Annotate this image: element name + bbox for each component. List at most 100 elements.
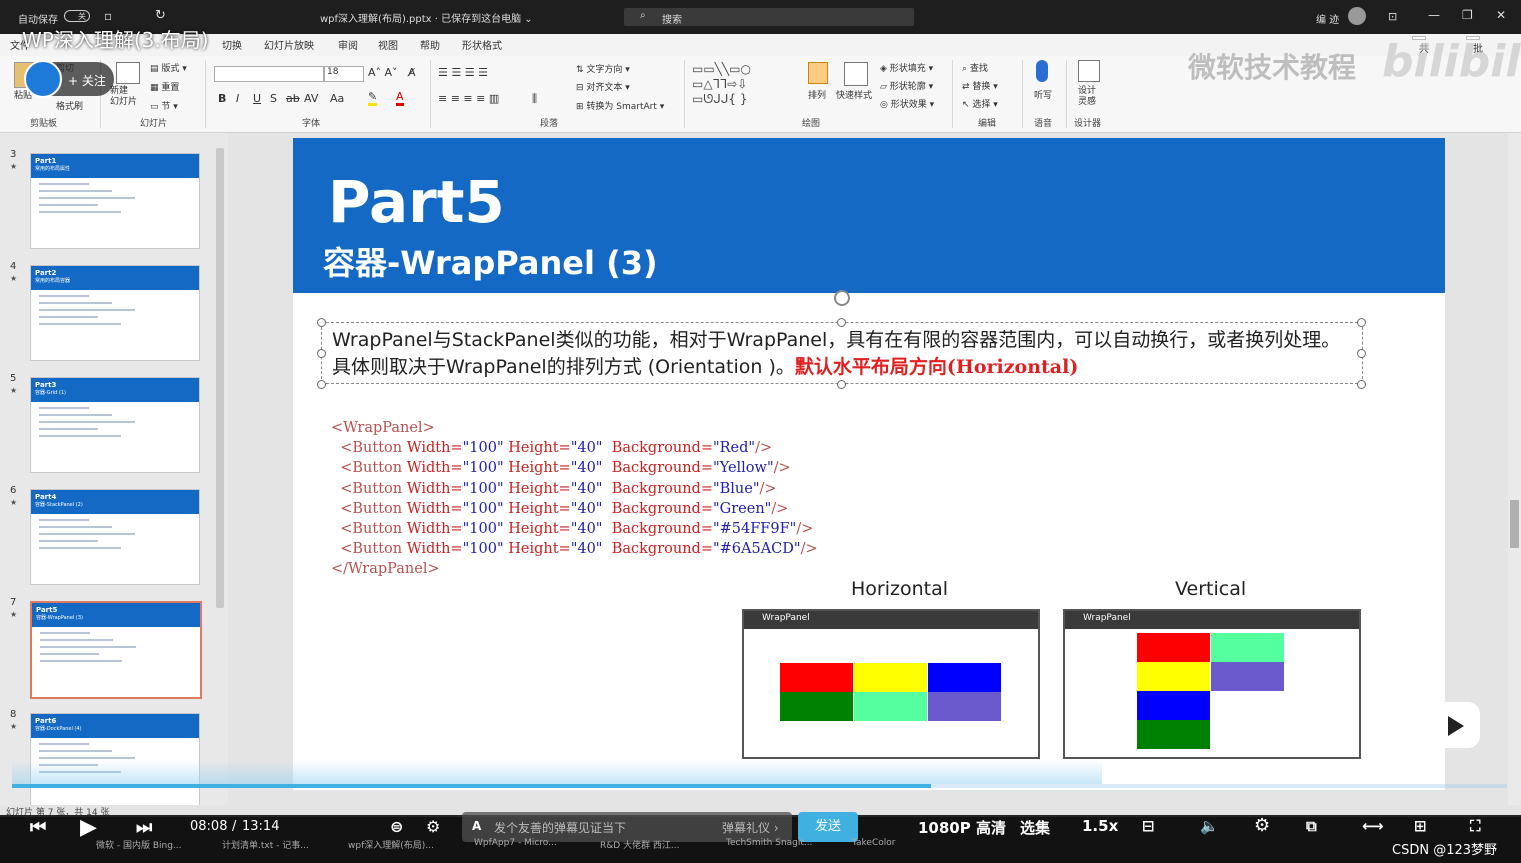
follow-button[interactable]: + 关注 <box>24 60 114 98</box>
tab-shape-format[interactable]: 形状格式 <box>462 37 502 52</box>
slide-paragraph[interactable]: WrapPanel与StackPanel类似的功能，相对于WrapPanel，具… <box>332 327 1357 381</box>
vertical-scrollbar-thumb[interactable] <box>1510 500 1519 548</box>
restore-icon[interactable]: ❐ <box>1462 8 1473 22</box>
volume-icon[interactable]: 🔈 <box>1200 817 1219 835</box>
resize-handle[interactable] <box>317 318 326 327</box>
shadow-icon[interactable]: S <box>270 92 277 105</box>
minimize-icon[interactable]: — <box>1428 8 1440 22</box>
find-button[interactable]: ⌕ 查找 <box>962 61 988 74</box>
new-slide-icon[interactable] <box>116 62 140 84</box>
danmaku-etiquette-link[interactable]: 弹幕礼仪 › <box>722 819 779 836</box>
prev-icon[interactable]: ⏮ <box>30 817 46 838</box>
section-button[interactable]: ▭ 节 ▾ <box>150 99 178 112</box>
resize-handle[interactable] <box>317 349 326 358</box>
shapes-gallery[interactable]: ▭▭╲╲▭○ ▭△ᒣᒣ⇨⇩ ▭ᘎᒍᒍ{ } <box>692 62 798 108</box>
progress-bar[interactable] <box>12 784 932 788</box>
tab-slideshow[interactable]: 幻灯片放映 <box>264 37 314 52</box>
quick-styles-icon[interactable] <box>844 62 868 86</box>
slide-thumbnail[interactable]: Part2 常用的布局容器 <box>30 265 200 361</box>
speed-button[interactable]: 1.5x <box>1082 817 1118 835</box>
danmaku-toggle-icon[interactable]: ⊜ <box>390 817 403 836</box>
align-text-button[interactable]: ⊟ 对齐文本 ▾ <box>576 80 630 93</box>
resize-handle[interactable] <box>837 318 846 327</box>
text-direction-button[interactable]: ⇅ 文字方向 ▾ <box>576 62 630 75</box>
autosave-toggle[interactable]: 关 <box>64 10 90 22</box>
play-icon[interactable]: ▶ <box>80 815 97 840</box>
align-icons[interactable]: ≡ ≡ ≡ ≡ ▥ <box>438 92 499 105</box>
web-fullscreen-icon[interactable]: ⊞ <box>1414 817 1427 835</box>
arrange-button[interactable]: 排列 <box>808 88 826 101</box>
settings-icon[interactable]: ⚙ <box>1254 815 1270 836</box>
columns-icon[interactable]: ⫼ <box>532 92 537 106</box>
shape-outline-button[interactable]: ▱ 形状轮廓 ▾ <box>880 79 933 92</box>
char-spacing-icon[interactable]: AV <box>304 92 318 105</box>
dictate-button[interactable]: 听写 <box>1034 88 1052 101</box>
clear-format-icon[interactable]: A̸ <box>408 66 416 79</box>
quality-button[interactable]: 1080P 高清 <box>918 817 1006 838</box>
change-case-icon[interactable]: Aa <box>330 92 344 105</box>
bullets-icon[interactable]: ☰ ☰ ☰ ☰ <box>438 66 488 79</box>
slide-subtitle[interactable]: 容器-WrapPanel (3) <box>323 238 658 284</box>
taskbar-item[interactable]: 微软 - 国内版 Bing... <box>96 838 182 851</box>
quick-styles-button[interactable]: 快速样式 <box>836 88 872 101</box>
underline-icon[interactable]: U <box>253 92 261 105</box>
font-name-input[interactable] <box>214 66 324 82</box>
grow-font-icon[interactable]: A˄ A˅ <box>368 66 398 79</box>
taskbar-item[interactable]: R&D 大佬群 西江... <box>600 838 680 851</box>
arrange-icon[interactable] <box>808 62 828 84</box>
uploader-avatar[interactable] <box>24 60 62 98</box>
slide-thumbnail[interactable]: Part4 容器-StackPanel (2) <box>30 489 200 585</box>
shape-effects-button[interactable]: ◎ 形状效果 ▾ <box>880 97 934 110</box>
next-icon[interactable]: ⏭ <box>136 817 152 838</box>
redo-icon[interactable]: ↻ <box>155 8 166 23</box>
font-color-icon[interactable]: A <box>396 90 404 106</box>
avatar[interactable] <box>1348 7 1366 25</box>
save-icon[interactable]: ▫ <box>104 9 112 23</box>
font-size-input[interactable]: 18 <box>324 66 364 82</box>
design-ideas-button[interactable]: 设计 灵感 <box>1078 86 1096 108</box>
close-icon[interactable]: ✕ <box>1496 8 1506 22</box>
slide-canvas[interactable]: Part5 容器-WrapPanel (3) WrapPanel与StackPa… <box>293 138 1445 790</box>
taskbar-item[interactable]: TechSmith Snagit... <box>726 838 813 848</box>
reset-button[interactable]: ▦ 重置 <box>150 80 179 93</box>
thumbnail-scrollbar[interactable] <box>216 148 224 608</box>
taskbar-item[interactable]: wpf深入理解(布局)... <box>348 838 434 851</box>
design-ideas-icon[interactable] <box>1078 60 1100 82</box>
picture-in-picture-icon[interactable]: ⧉ <box>1306 817 1317 835</box>
fullscreen-icon[interactable]: ⛶ <box>1470 817 1481 835</box>
taskbar-item[interactable]: 计划清单.txt - 记事... <box>222 838 309 851</box>
tab-view[interactable]: 视图 <box>378 37 398 52</box>
replace-button[interactable]: ⇄ 替换 ▾ <box>962 79 998 92</box>
resize-handle[interactable] <box>1357 380 1366 389</box>
microphone-icon[interactable] <box>1036 60 1048 82</box>
slide-thumbnail[interactable]: Part3 容器-Grid (1) <box>30 377 200 473</box>
tab-review[interactable]: 审阅 <box>338 37 358 52</box>
italic-icon[interactable]: I <box>236 92 239 105</box>
danmaku-settings-icon[interactable]: ⚙ <box>426 817 440 836</box>
search-box[interactable]: ⌕ 搜索 <box>624 8 914 26</box>
convert-smartart-button[interactable]: ⊞ 转换为 SmartArt ▾ <box>576 99 664 112</box>
rotate-handle[interactable] <box>834 290 850 306</box>
tab-help[interactable]: 帮助 <box>420 37 440 52</box>
widescreen-icon[interactable]: ⟷ <box>1362 817 1384 835</box>
format-painter-button[interactable]: 格式刷 <box>56 99 83 112</box>
highlight-icon[interactable]: ✎ <box>368 90 378 106</box>
slide-title[interactable]: Part5 <box>328 168 505 236</box>
bold-icon[interactable]: B <box>218 92 226 105</box>
layout-button[interactable]: ▤ 版式 ▾ <box>150 61 187 74</box>
selected-text-box[interactable]: WrapPanel与StackPanel类似的功能，相对于WrapPanel，具… <box>317 318 1366 389</box>
shape-fill-button[interactable]: ◈ 形状填充 ▾ <box>880 61 933 74</box>
resize-handle[interactable] <box>837 380 846 389</box>
ribbon-display-icon[interactable]: ⊡ <box>1388 10 1397 23</box>
taskbar-item[interactable]: TakeColor <box>852 838 895 848</box>
danmaku-style-icon[interactable]: A <box>472 819 481 833</box>
bilibili-tv-icon[interactable] <box>1428 702 1480 748</box>
slide-thumbnail[interactable]: Part5 容器-WrapPanel (3) <box>30 601 202 699</box>
slide-thumbnail[interactable]: Part1 常用的布局属性 <box>30 153 200 249</box>
select-button[interactable]: ↖ 选择 ▾ <box>962 97 998 110</box>
tab-transitions[interactable]: 切换 <box>222 37 242 52</box>
vertical-scrollbar[interactable] <box>1508 133 1521 805</box>
episodes-button[interactable]: 选集 <box>1020 817 1050 838</box>
new-slide-button[interactable]: 新建 幻灯片 <box>110 86 137 108</box>
subtitle-icon[interactable]: ⊟ <box>1142 817 1155 835</box>
